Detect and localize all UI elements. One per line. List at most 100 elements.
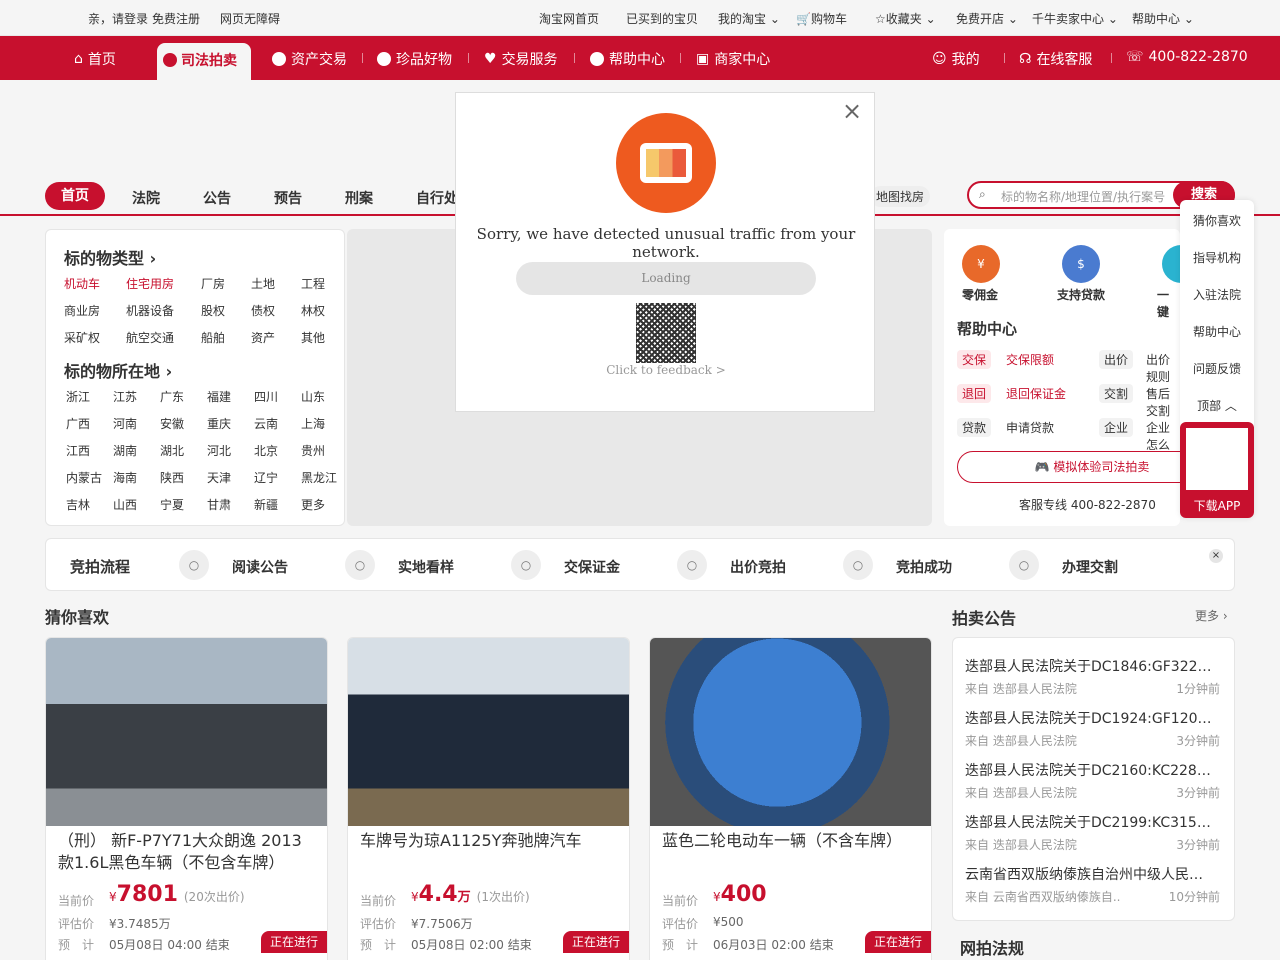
type-item[interactable]: 机动车 bbox=[64, 275, 100, 292]
process-step[interactable]: 出价竞拍 bbox=[730, 557, 786, 577]
help-link[interactable]: 出价规则 bbox=[1141, 350, 1180, 386]
auction-title[interactable]: （刑） 新F-P7Y71大众朗逸 2013款1.6L黑色车辆（不包含车牌） bbox=[58, 830, 316, 874]
type-item[interactable]: 工程 bbox=[301, 275, 325, 292]
type-item[interactable]: 航空交通 bbox=[126, 329, 174, 346]
type-item[interactable]: 采矿权 bbox=[64, 329, 100, 346]
side-guide[interactable]: 指导机构 bbox=[1180, 249, 1254, 266]
notice-item[interactable]: 迭部县人民法院关于DC1846:GF322的... 来自 迭部县人民法院 1分钟前 bbox=[965, 656, 1220, 697]
notice-title[interactable]: 迭部县人民法院关于DC1924:GF1206的... bbox=[965, 708, 1213, 728]
location-item[interactable]: 山西 bbox=[113, 496, 137, 513]
bought-link[interactable]: 已买到的宝贝 bbox=[626, 10, 698, 27]
side-courts[interactable]: 入驻法院 bbox=[1180, 286, 1254, 303]
subnav-preview[interactable]: 预告 bbox=[274, 188, 302, 208]
location-item[interactable]: 广西 bbox=[66, 415, 90, 432]
location-item[interactable]: 浙江 bbox=[66, 388, 90, 405]
nav-treasures[interactable]: 珍品好物 bbox=[377, 49, 452, 69]
location-title[interactable]: 标的物所在地 › bbox=[64, 358, 172, 382]
accessibility-link[interactable]: 网页无障碍 bbox=[220, 10, 280, 27]
type-item[interactable]: 其他 bbox=[301, 329, 325, 346]
process-step[interactable]: 竞拍成功 bbox=[896, 557, 952, 577]
register-link[interactable]: 免费注册 bbox=[152, 10, 200, 27]
notice-title[interactable]: 迭部县人民法院关于DC2160:KC228的... bbox=[965, 760, 1213, 780]
location-item[interactable]: 辽宁 bbox=[254, 469, 278, 486]
location-item[interactable]: 江苏 bbox=[113, 388, 137, 405]
location-item[interactable]: 贵州 bbox=[301, 442, 325, 459]
location-item[interactable]: 安徽 bbox=[160, 415, 184, 432]
help-link[interactable]: 交保限额 bbox=[1001, 350, 1059, 369]
auction-card[interactable]: 蓝色二轮电动车一辆（不含车牌） 当前价 ¥400 评估价 ¥500 预 计 06月03日 0… bbox=[649, 637, 932, 960]
side-help[interactable]: 帮助中心 bbox=[1180, 323, 1254, 340]
zero-commission-label[interactable]: 零佣金 bbox=[962, 286, 998, 303]
location-item[interactable]: 福建 bbox=[207, 388, 231, 405]
process-step[interactable]: 办理交割 bbox=[1062, 557, 1118, 577]
location-item[interactable]: 上海 bbox=[301, 415, 325, 432]
help-link[interactable]: 申请贷款 bbox=[1001, 418, 1059, 437]
search-input[interactable]: 标的物名称/地理位置/执行案号 bbox=[1001, 188, 1165, 205]
nav-merchant[interactable]: ▣ 商家中心 bbox=[696, 49, 770, 69]
help-tag[interactable]: 出价 bbox=[1099, 350, 1134, 369]
loan-label[interactable]: 支持贷款 bbox=[1057, 286, 1105, 303]
location-item[interactable]: 更多 bbox=[301, 496, 325, 513]
location-item[interactable]: 宁夏 bbox=[160, 496, 184, 513]
process-step[interactable]: 阅读公告 bbox=[232, 557, 288, 577]
close-process-icon[interactable]: × bbox=[1209, 549, 1223, 563]
subnav-home[interactable]: 首页 bbox=[45, 182, 105, 210]
location-item[interactable]: 内蒙古 bbox=[66, 469, 102, 486]
side-feedback[interactable]: 问题反馈 bbox=[1180, 360, 1254, 377]
my-taobao-link[interactable]: 我的淘宝 ⌄ bbox=[718, 10, 780, 27]
subnav-court[interactable]: 法院 bbox=[132, 188, 160, 208]
location-item[interactable]: 海南 bbox=[113, 469, 137, 486]
help-center-link[interactable]: 帮助中心 ⌄ bbox=[1132, 10, 1194, 27]
side-top[interactable]: 顶部 ︿ bbox=[1180, 397, 1254, 414]
notice-title[interactable]: 迭部县人民法院关于DC2199:KC315的... bbox=[965, 812, 1213, 832]
type-item[interactable]: 股权 bbox=[201, 302, 225, 319]
location-item[interactable]: 新疆 bbox=[254, 496, 278, 513]
app-download[interactable]: 下载APP bbox=[1180, 422, 1254, 518]
auction-card[interactable]: （刑） 新F-P7Y71大众朗逸 2013款1.6L黑色车辆（不包含车牌） 当前价… bbox=[45, 637, 328, 960]
location-item[interactable]: 陕西 bbox=[160, 469, 184, 486]
notice-title[interactable]: 迭部县人民法院关于DC1846:GF322的... bbox=[965, 656, 1213, 676]
cart-link[interactable]: 🛒购物车 bbox=[796, 10, 847, 27]
auction-image[interactable] bbox=[650, 638, 931, 826]
help-tag[interactable]: 交割 bbox=[1099, 384, 1134, 403]
location-item[interactable]: 重庆 bbox=[207, 415, 231, 432]
feedback-link[interactable]: Click to feedback > bbox=[456, 363, 876, 377]
process-step[interactable]: 交保证金 bbox=[564, 557, 620, 577]
help-tag[interactable]: 企业 bbox=[1099, 418, 1134, 437]
type-item[interactable]: 资产 bbox=[251, 329, 275, 346]
notice-item[interactable]: 迭部县人民法院关于DC1924:GF1206的... 来自 迭部县人民法院 3分钟前 bbox=[965, 708, 1220, 749]
auction-title[interactable]: 蓝色二轮电动车一辆（不含车牌） bbox=[662, 830, 920, 852]
location-item[interactable]: 北京 bbox=[254, 442, 278, 459]
type-title[interactable]: 标的物类型 › bbox=[64, 245, 156, 269]
taobao-home-link[interactable]: 淘宝网首页 bbox=[539, 10, 599, 27]
side-guess[interactable]: 猜你喜欢 bbox=[1180, 212, 1254, 229]
location-item[interactable]: 黑龙江 bbox=[301, 469, 337, 486]
seller-center-link[interactable]: 千牛卖家中心 ⌄ bbox=[1032, 10, 1118, 27]
help-link[interactable]: 退回保证金 bbox=[1001, 384, 1071, 403]
type-item[interactable]: 机器设备 bbox=[126, 302, 174, 319]
login-link[interactable]: 亲，请登录 bbox=[88, 10, 148, 27]
type-item[interactable]: 住宅用房 bbox=[126, 275, 174, 292]
type-item[interactable]: 林权 bbox=[301, 302, 325, 319]
auction-title[interactable]: 车牌号为琼A1125Y奔驰牌汽车 bbox=[360, 830, 618, 852]
location-item[interactable]: 云南 bbox=[254, 415, 278, 432]
notice-item[interactable]: 迭部县人民法院关于DC2199:KC315的... 来自 迭部县人民法院 3分钟前 bbox=[965, 812, 1220, 853]
notices-more-link[interactable]: 更多 › bbox=[1195, 607, 1228, 624]
location-item[interactable]: 江西 bbox=[66, 442, 90, 459]
location-item[interactable]: 甘肃 bbox=[207, 496, 231, 513]
favorites-link[interactable]: ☆收藏夹 ⌄ bbox=[875, 10, 936, 27]
location-item[interactable]: 广东 bbox=[160, 388, 184, 405]
subnav-notice[interactable]: 公告 bbox=[203, 188, 231, 208]
notice-item[interactable]: 迭部县人民法院关于DC2160:KC228的... 来自 迭部县人民法院 3分钟前 bbox=[965, 760, 1220, 801]
nav-help[interactable]: 帮助中心 bbox=[590, 49, 665, 69]
notice-title[interactable]: 云南省西双版纳傣族自治州中级人民法... bbox=[965, 864, 1213, 884]
auction-image[interactable] bbox=[46, 638, 327, 826]
location-item[interactable]: 湖北 bbox=[160, 442, 184, 459]
process-step[interactable]: 实地看样 bbox=[398, 557, 454, 577]
nav-mine[interactable]: ☺ 我的 bbox=[932, 49, 980, 69]
location-item[interactable]: 天津 bbox=[207, 469, 231, 486]
help-tag[interactable]: 交保 bbox=[957, 350, 992, 369]
type-item[interactable]: 厂房 bbox=[201, 275, 225, 292]
type-item[interactable]: 土地 bbox=[251, 275, 275, 292]
nav-asset-trade[interactable]: 资产交易 bbox=[272, 49, 347, 69]
